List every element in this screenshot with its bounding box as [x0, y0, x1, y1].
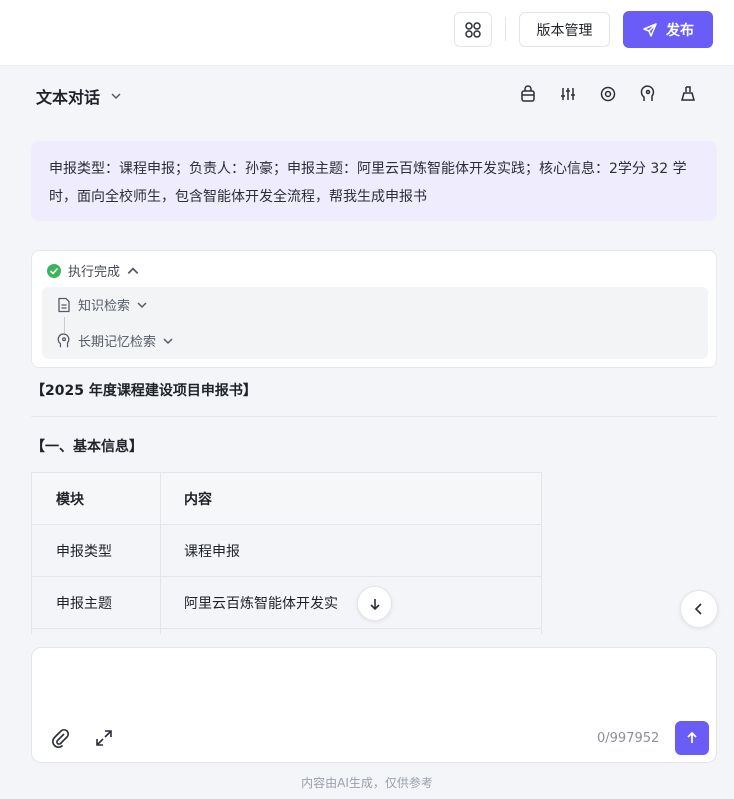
arrow-up-icon — [687, 731, 697, 743]
table-cell: 阿里云百炼智能体开发实 — [184, 596, 338, 612]
step-label: 长期记忆检索 — [78, 335, 157, 350]
chevron-up-icon — [127, 266, 139, 274]
table-header-cell: 模块 — [56, 492, 84, 508]
table-cell: 申报主题 — [56, 596, 112, 612]
column-divider — [160, 577, 161, 629]
step-knowledge-search[interactable]: 知识检索 — [56, 295, 148, 314]
check-circle-icon — [47, 263, 61, 278]
head-brain-icon — [640, 85, 655, 101]
publish-label: 发布 — [666, 22, 694, 39]
table-cell: 申报类型 — [56, 544, 112, 560]
step-label: 知识检索 — [78, 299, 131, 314]
bag-tool-button[interactable] — [518, 84, 538, 104]
chevron-down-icon — [111, 93, 121, 100]
table-header-cell: 内容 — [184, 492, 212, 508]
table-cell: 课程申报 — [184, 544, 240, 560]
document-title: 【2025 年度课程建设项目申报书】 — [31, 383, 257, 399]
execution-status-label: 执行完成 — [68, 265, 121, 280]
gear-icon — [600, 86, 616, 102]
chevron-left-icon — [694, 603, 702, 615]
broom-icon — [681, 86, 695, 101]
clear-button[interactable] — [678, 84, 698, 104]
chevron-down-icon — [137, 301, 147, 308]
message-composer: 0/997952 — [31, 647, 717, 763]
document-icon — [58, 297, 70, 312]
info-table: 模块 内容 申报类型 课程申报 申报主题 阿里云百炼智能体开发实 — [31, 472, 542, 634]
table-row: 申报主题 阿里云百炼智能体开发实 — [32, 576, 541, 629]
expand-icon[interactable] — [94, 728, 114, 748]
column-divider — [160, 629, 161, 634]
memory-button[interactable] — [638, 84, 658, 104]
step-long-term-memory[interactable]: 长期记忆检索 — [56, 331, 174, 350]
paperclip-icon[interactable] — [50, 728, 70, 748]
table-row: 申报类型 课程申报 — [32, 524, 541, 577]
execution-status-toggle[interactable]: 执行完成 — [46, 261, 140, 280]
bag-icon — [521, 85, 535, 102]
settings-button[interactable] — [598, 84, 618, 104]
head-brain-icon — [57, 332, 70, 347]
arrow-down-icon — [369, 598, 380, 610]
divider — [31, 416, 717, 417]
send-plane-icon — [643, 22, 657, 37]
section-title: 【一、基本信息】 — [31, 439, 143, 455]
apps-button[interactable] — [454, 12, 492, 47]
publish-button[interactable]: 发布 — [623, 11, 713, 48]
apps-grid-icon — [465, 21, 481, 38]
column-divider — [160, 473, 161, 525]
send-button[interactable] — [675, 721, 709, 755]
table-header-row: 模块 内容 — [32, 472, 541, 525]
chevron-down-icon — [163, 337, 173, 344]
mode-label: 文本对话 — [36, 88, 101, 107]
user-message-bubble: 申报类型：课程申报；负责人：孙豪；申报主题：阿里云百炼智能体开发实践；核心信息：… — [31, 141, 717, 221]
toolbar-divider — [505, 17, 506, 41]
top-bar: 版本管理 发布 — [0, 0, 734, 66]
character-counter: 0/997952 — [597, 731, 660, 746]
execution-card: 执行完成 知识检索 长期记忆检索 — [31, 250, 717, 368]
mode-selector[interactable]: 文本对话 — [36, 84, 122, 108]
ai-disclaimer: 内容由AI生成，仅供参考 — [301, 776, 433, 790]
column-divider — [160, 525, 161, 577]
message-input[interactable] — [46, 660, 696, 716]
table-row — [32, 628, 541, 634]
sliders-icon — [561, 88, 575, 100]
version-management-button[interactable]: 版本管理 — [519, 12, 610, 47]
collapse-panel-button[interactable] — [680, 590, 718, 628]
execution-steps: 知识检索 长期记忆检索 — [42, 287, 708, 359]
settings-sliders-button[interactable] — [558, 84, 578, 104]
scroll-to-bottom-button[interactable] — [357, 586, 392, 621]
